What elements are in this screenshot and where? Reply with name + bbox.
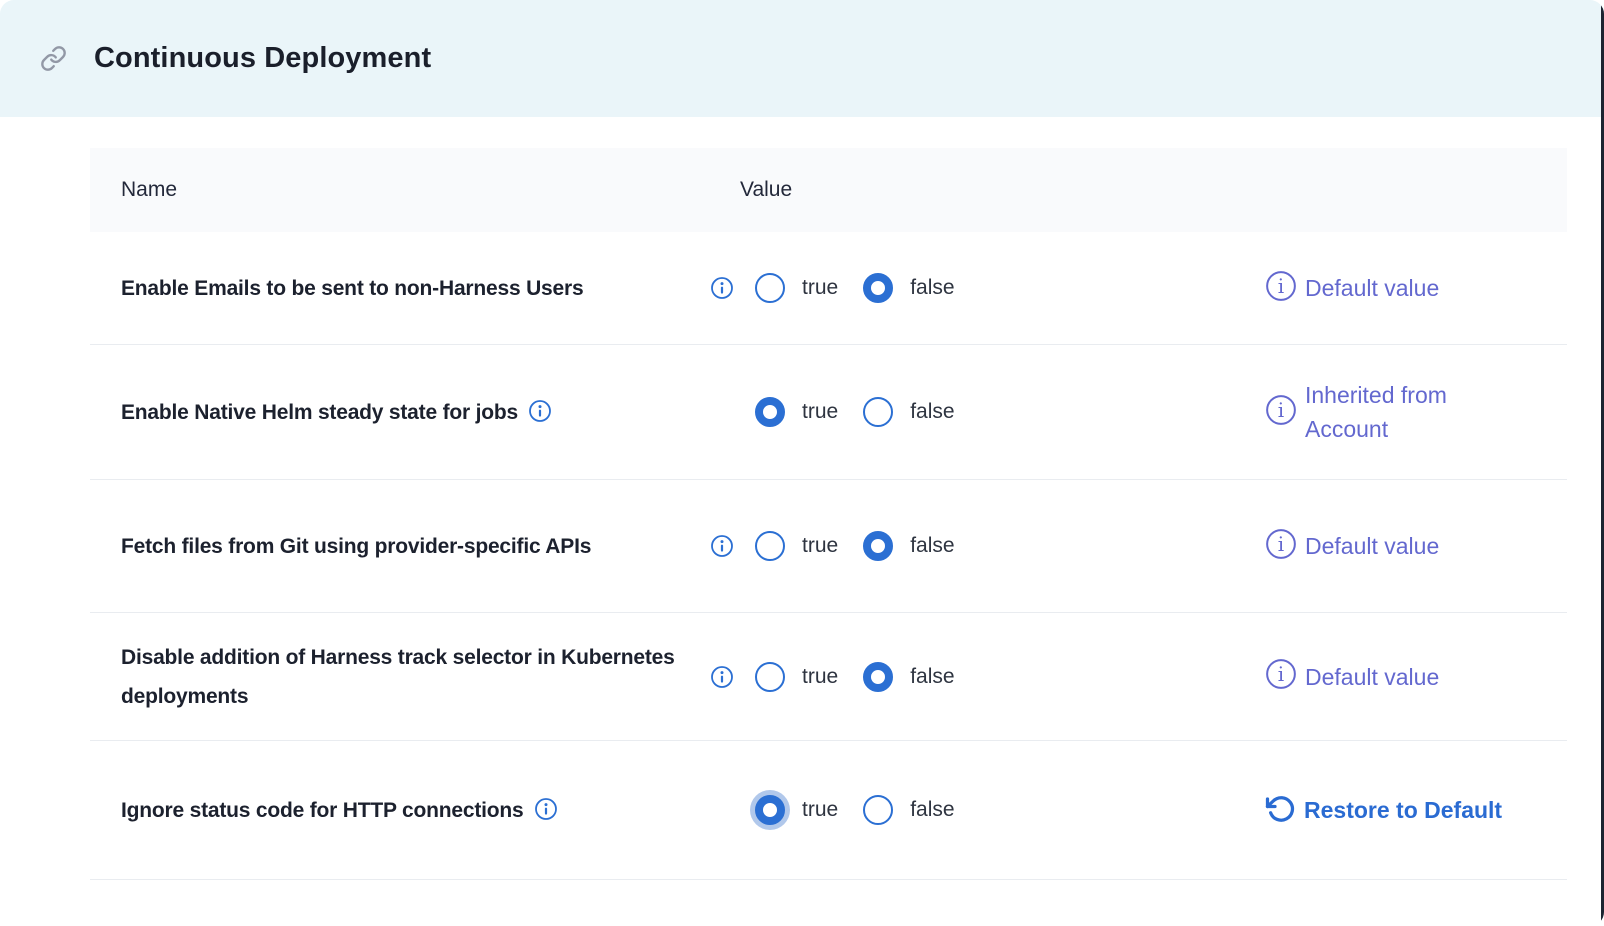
radio-true-label[interactable]: true bbox=[802, 798, 838, 822]
settings-panel: Continuous Deployment Name Value Enable … bbox=[0, 0, 1604, 926]
table-row: Ignore status code for HTTP connections … bbox=[90, 741, 1567, 880]
table-row: Fetch files from Git using provider-spec… bbox=[90, 480, 1567, 613]
info-icon[interactable] bbox=[528, 399, 552, 423]
default-value-badge: Default value bbox=[1265, 270, 1439, 307]
restore-icon bbox=[1265, 794, 1295, 827]
radio-false[interactable] bbox=[863, 397, 893, 427]
radio-true-label[interactable]: true bbox=[802, 276, 838, 300]
setting-name: Enable Emails to be sent to non-Harness … bbox=[90, 251, 705, 326]
table-header-row: Name Value bbox=[90, 148, 1567, 232]
table-row: Disable addition of Harness track select… bbox=[90, 613, 1567, 741]
setting-name: Enable Native Helm steady state for jobs bbox=[90, 375, 705, 450]
setting-name-text: Ignore status code for HTTP connections bbox=[121, 799, 524, 822]
radio-false-label[interactable]: false bbox=[910, 798, 954, 822]
setting-value: true false bbox=[705, 531, 1265, 561]
restore-label: Restore to Default bbox=[1304, 797, 1502, 824]
default-value-badge: Default value bbox=[1265, 528, 1439, 565]
radio-true[interactable] bbox=[755, 273, 785, 303]
inherited-from-account-badge: Inherited from Account bbox=[1265, 378, 1505, 446]
info-icon[interactable] bbox=[710, 534, 734, 558]
setting-name: Ignore status code for HTTP connections bbox=[90, 773, 705, 848]
column-header-value: Value bbox=[705, 178, 1265, 202]
setting-value: true false bbox=[705, 662, 1265, 692]
table-row: Enable Native Helm steady state for jobs… bbox=[90, 345, 1567, 480]
setting-status: Inherited from Account bbox=[1265, 378, 1567, 446]
status-label: Default value bbox=[1305, 529, 1439, 563]
radio-false[interactable] bbox=[863, 795, 893, 825]
setting-name-text: Enable Native Helm steady state for jobs bbox=[121, 401, 518, 424]
page-title: Continuous Deployment bbox=[94, 42, 431, 75]
radio-false-label[interactable]: false bbox=[910, 665, 954, 689]
setting-status: Restore to Default bbox=[1265, 794, 1567, 827]
radio-true[interactable] bbox=[755, 795, 785, 825]
setting-value: true false bbox=[705, 397, 1265, 427]
table-row: Enable Emails to be sent to non-Harness … bbox=[90, 232, 1567, 345]
setting-value: true false bbox=[705, 795, 1265, 825]
column-header-name: Name bbox=[90, 178, 705, 202]
status-label: Default value bbox=[1305, 271, 1439, 305]
info-icon[interactable] bbox=[710, 665, 734, 689]
restore-to-default-button[interactable]: Restore to Default bbox=[1265, 794, 1502, 827]
setting-name: Disable addition of Harness track select… bbox=[90, 620, 705, 734]
radio-false-label[interactable]: false bbox=[910, 400, 954, 424]
radio-true-label[interactable]: true bbox=[802, 665, 838, 689]
radio-false-label[interactable]: false bbox=[910, 534, 954, 558]
status-label: Inherited from Account bbox=[1305, 378, 1505, 446]
radio-false[interactable] bbox=[863, 273, 893, 303]
setting-status: Default value bbox=[1265, 270, 1567, 307]
radio-true[interactable] bbox=[755, 531, 785, 561]
info-icon[interactable] bbox=[1265, 528, 1297, 565]
setting-status: Default value bbox=[1265, 658, 1567, 695]
radio-true[interactable] bbox=[755, 662, 785, 692]
section-header: Continuous Deployment bbox=[0, 0, 1604, 117]
radio-false[interactable] bbox=[863, 531, 893, 561]
info-icon[interactable] bbox=[710, 276, 734, 300]
setting-name: Fetch files from Git using provider-spec… bbox=[90, 509, 705, 584]
info-icon[interactable] bbox=[1265, 658, 1297, 695]
setting-status: Default value bbox=[1265, 528, 1567, 565]
radio-false-label[interactable]: false bbox=[910, 276, 954, 300]
radio-true-label[interactable]: true bbox=[802, 534, 838, 558]
link-icon[interactable] bbox=[40, 45, 67, 72]
radio-false[interactable] bbox=[863, 662, 893, 692]
default-value-badge: Default value bbox=[1265, 658, 1439, 695]
settings-table: Name Value Enable Emails to be sent to n… bbox=[90, 148, 1567, 880]
radio-true[interactable] bbox=[755, 397, 785, 427]
radio-true-label[interactable]: true bbox=[802, 400, 838, 424]
info-icon[interactable] bbox=[534, 797, 558, 821]
setting-value: true false bbox=[705, 273, 1265, 303]
status-label: Default value bbox=[1305, 660, 1439, 694]
info-icon[interactable] bbox=[1265, 394, 1297, 431]
info-icon[interactable] bbox=[1265, 270, 1297, 307]
